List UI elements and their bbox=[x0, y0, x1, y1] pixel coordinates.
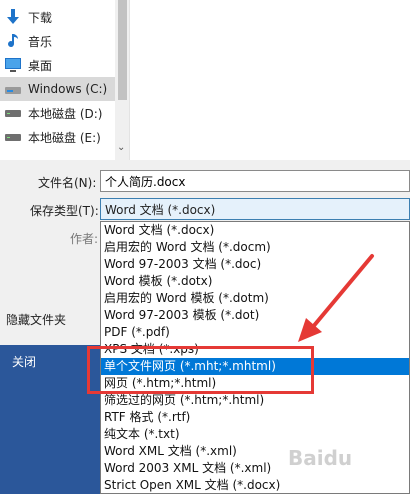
filetype-option[interactable]: 启用宏的 Word 文档 (*.docm) bbox=[101, 239, 409, 256]
filetype-option[interactable]: 启用宏的 Word 模板 (*.dotm) bbox=[101, 290, 409, 307]
chevron-down-icon[interactable]: ⌄ bbox=[117, 142, 125, 153]
filetype-select[interactable]: Word 文档 (*.docx) bbox=[100, 198, 410, 220]
nav-item-label: 本地磁盘 (D:) bbox=[28, 106, 103, 121]
nav-item-label: 下载 bbox=[28, 10, 53, 25]
filetype-option[interactable]: PDF (*.pdf) bbox=[101, 324, 409, 341]
filetype-option[interactable]: Word 97-2003 模板 (*.dot) bbox=[101, 307, 409, 324]
nav-item-disk-d[interactable]: 本地磁盘 (D:) bbox=[0, 101, 115, 125]
nav-item-windows-c[interactable]: Windows (C:) bbox=[0, 77, 115, 101]
hard-drive-icon bbox=[2, 132, 24, 142]
filetype-option[interactable]: Word 文档 (*.docx) bbox=[101, 222, 409, 239]
filetype-option[interactable]: Strict Open XML 文档 (*.docx) bbox=[101, 477, 409, 493]
filename-label: 文件名(N): bbox=[38, 176, 97, 190]
nav-item-music[interactable]: 音乐 bbox=[0, 29, 115, 53]
windows-drive-icon bbox=[2, 83, 24, 95]
nav-item-label: 桌面 bbox=[28, 58, 53, 73]
filetype-option[interactable]: RTF 格式 (*.rtf) bbox=[101, 409, 409, 426]
hard-drive-icon bbox=[2, 108, 24, 118]
filetype-option[interactable]: Word 2003 XML 文档 (*.xml) bbox=[101, 460, 409, 477]
nav-item-disk-e[interactable]: 本地磁盘 (E:) bbox=[0, 125, 115, 149]
nav-item-desktop[interactable]: 桌面 bbox=[0, 53, 115, 77]
watermark: Baidu bbox=[288, 446, 353, 470]
navigation-pane: 下载 音乐 桌面 Windows (C:) 本地磁盘 (D:) 本地磁盘 (E:… bbox=[0, 0, 130, 160]
nav-item-label: 音乐 bbox=[28, 34, 53, 49]
file-list-area[interactable] bbox=[130, 0, 410, 160]
nav-scrollbar[interactable]: ⌄ bbox=[115, 0, 129, 160]
filetype-option[interactable]: 筛选过的网页 (*.htm;*.html) bbox=[101, 392, 409, 409]
filetype-option[interactable]: Word 模板 (*.dotx) bbox=[101, 273, 409, 290]
filename-input[interactable] bbox=[100, 170, 410, 192]
backstage-close-panel: 关闭 bbox=[0, 345, 100, 494]
nav-item-label: Windows (C:) bbox=[28, 82, 108, 96]
filetype-option[interactable]: 纯文本 (*.txt) bbox=[101, 426, 409, 443]
download-arrow-icon bbox=[2, 9, 24, 25]
author-label: 作者: bbox=[70, 232, 99, 246]
filetype-label: 保存类型(T): bbox=[30, 204, 99, 218]
music-note-icon bbox=[2, 33, 24, 49]
hide-folders-toggle[interactable]: 隐藏文件夹 bbox=[6, 311, 66, 328]
nav-item-downloads[interactable]: 下载 bbox=[0, 5, 115, 29]
filetype-selected-value: Word 文档 (*.docx) bbox=[105, 202, 216, 217]
nav-item-label: 本地磁盘 (E:) bbox=[28, 130, 101, 145]
filetype-option[interactable]: Word XML 文档 (*.xml) bbox=[101, 443, 409, 460]
close-button[interactable]: 关闭 bbox=[12, 353, 36, 370]
desktop-icon bbox=[2, 58, 24, 72]
filetype-option[interactable]: Word 97-2003 文档 (*.doc) bbox=[101, 256, 409, 273]
nav-scroll-thumb[interactable] bbox=[118, 0, 127, 100]
annotation-highlight-box bbox=[87, 346, 314, 394]
